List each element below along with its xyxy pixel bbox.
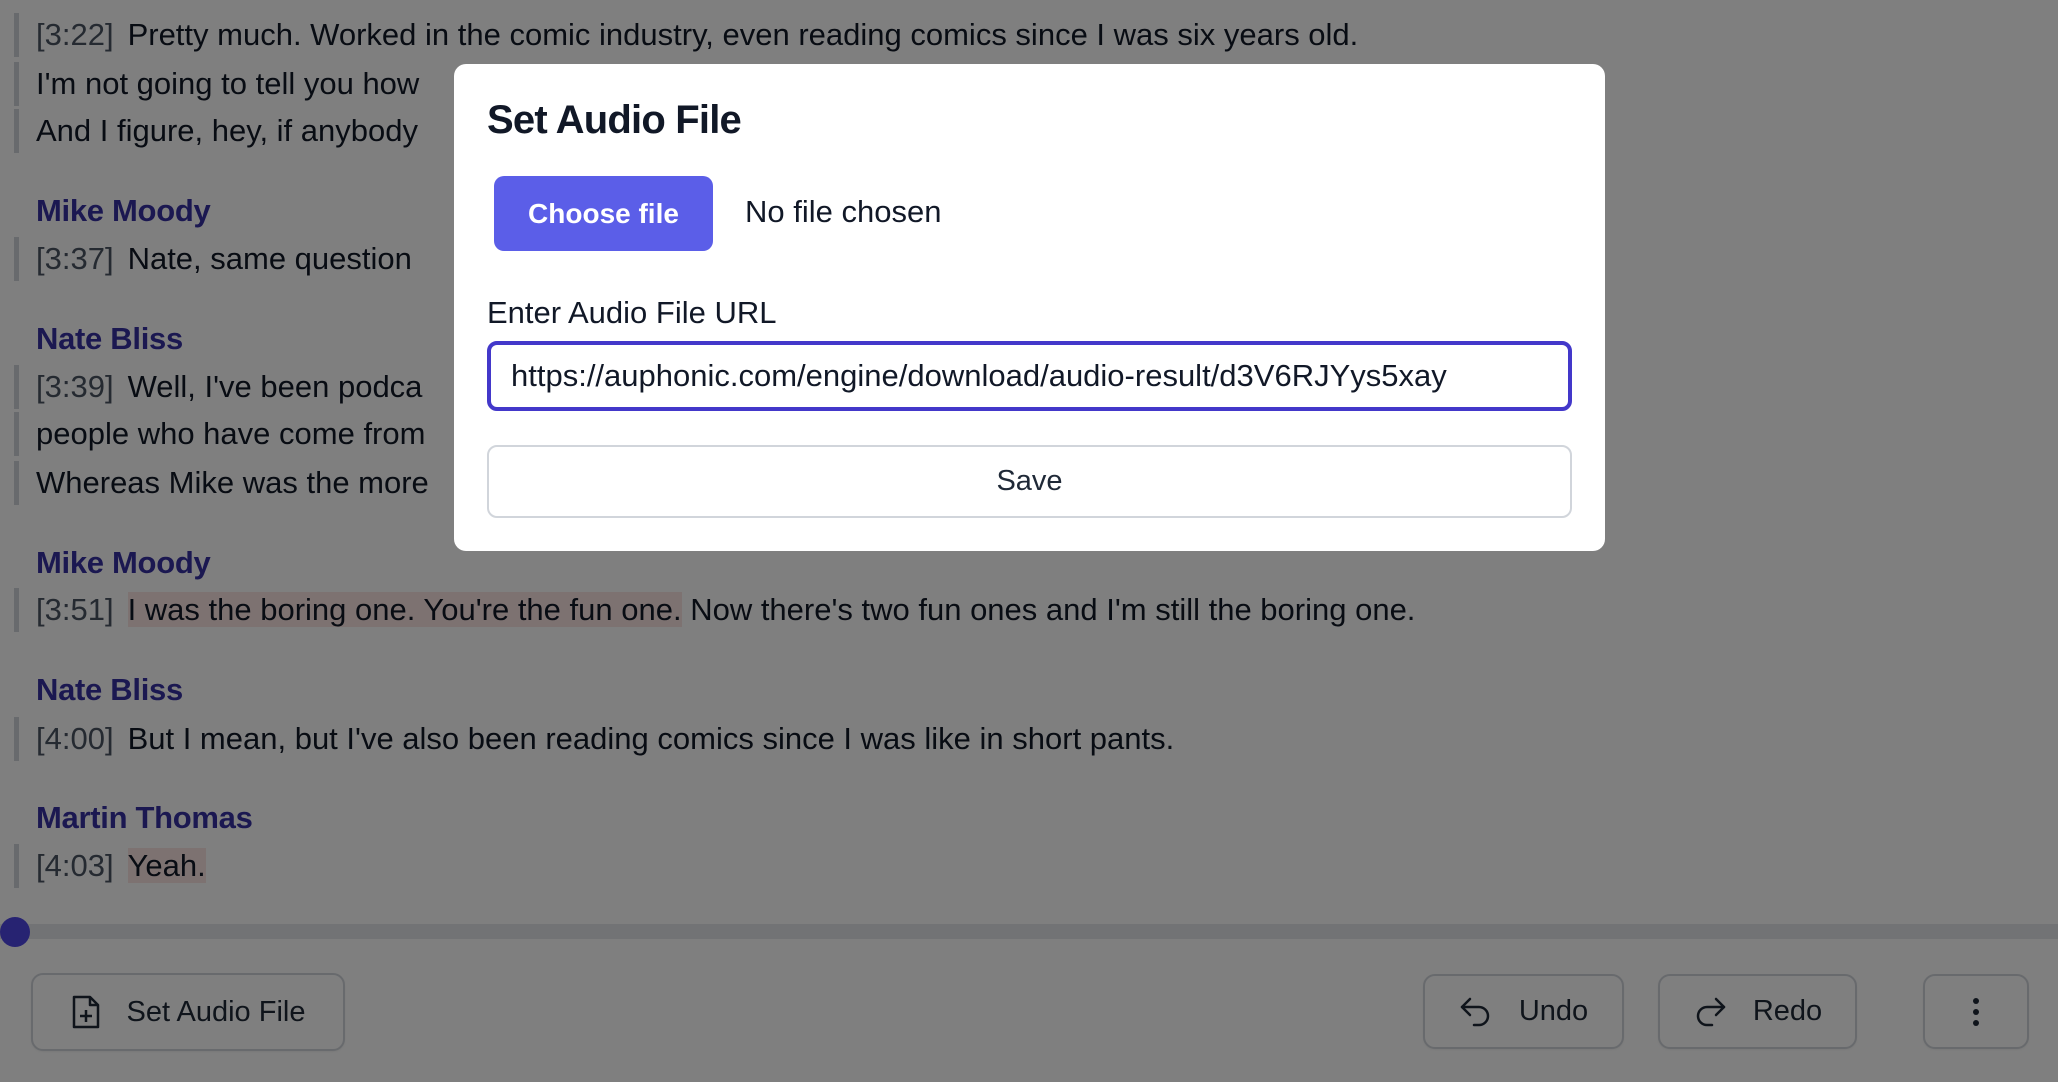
set-audio-file-dialog: Set Audio File Choose file No file chose… [454,64,1605,551]
choose-file-button[interactable]: Choose file [494,176,713,251]
audio-url-label: Enter Audio File URL [487,295,777,330]
dialog-title: Set Audio File [487,98,742,142]
audio-url-input[interactable] [487,341,1572,411]
no-file-chosen-text: No file chosen [745,194,942,229]
save-button[interactable]: Save [487,445,1572,518]
